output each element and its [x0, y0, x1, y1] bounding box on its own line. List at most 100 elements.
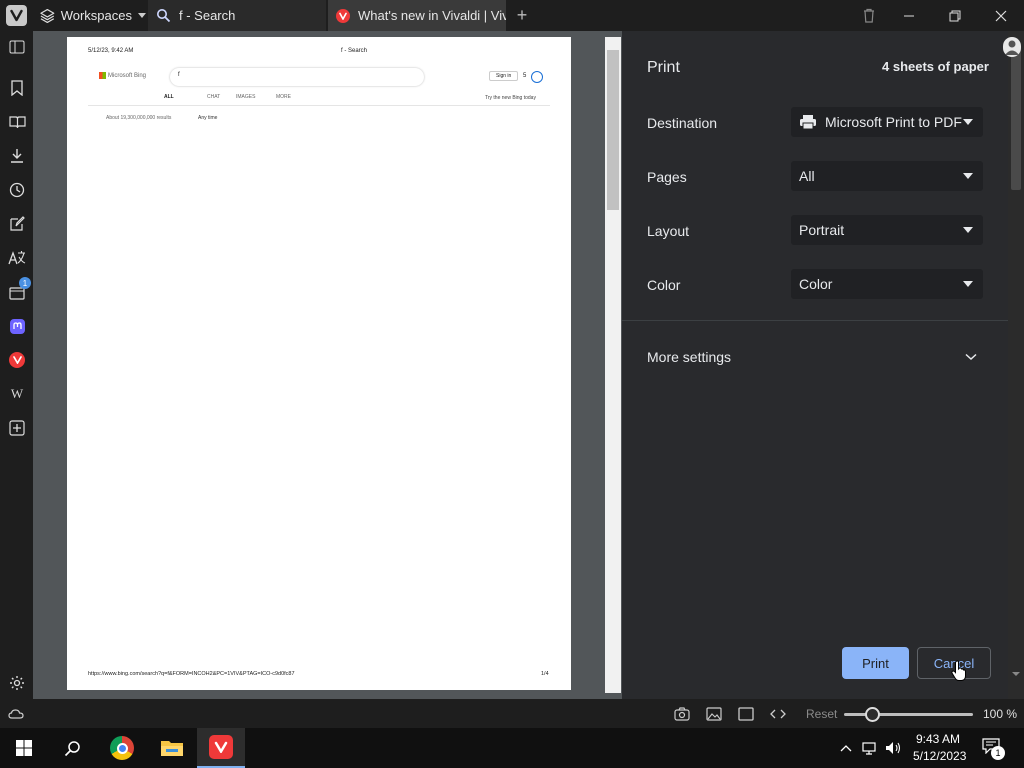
side-panel-bar: 1 W	[0, 31, 33, 699]
settings-button[interactable]	[7, 673, 27, 693]
preview-nav-all: ALL	[164, 94, 174, 100]
add-web-panel-button[interactable]	[7, 418, 27, 438]
print-title: Print	[647, 59, 680, 76]
preview-header-title: f - Search	[341, 48, 368, 54]
preview-search-box: f	[170, 68, 424, 86]
folder-icon	[161, 741, 183, 756]
restore-icon	[949, 10, 961, 21]
vivaldi-logo-icon	[10, 9, 23, 22]
minimize-button[interactable]	[886, 0, 932, 31]
preview-sign-in: Sign in	[489, 71, 519, 81]
cloud-sync-icon[interactable]	[8, 708, 24, 720]
preview-page: 5/12/23, 9:42 AM f - Search Microsoft Bi…	[67, 37, 571, 690]
pages-label: Pages	[647, 169, 687, 185]
settings-divider	[622, 320, 1008, 321]
camera-icon[interactable]	[674, 707, 690, 721]
reading-list-button[interactable]	[7, 112, 27, 132]
plus-icon: +	[516, 5, 528, 25]
notification-center-button[interactable]: 1	[982, 738, 1005, 760]
layout-label: Layout	[647, 223, 690, 239]
downloads-panel-button[interactable]	[7, 146, 27, 166]
workspaces-label: Workspaces	[60, 8, 132, 23]
tab-search[interactable]: f - Search	[148, 0, 326, 31]
close-window-button[interactable]	[978, 0, 1024, 31]
page-tiling-icon[interactable]	[738, 707, 754, 721]
volume-icon[interactable]	[885, 741, 903, 755]
trash-icon	[864, 8, 874, 23]
windows-logo-icon	[16, 740, 32, 756]
vivaldi-app-icon	[209, 735, 233, 759]
panel-scroll-thumb[interactable]	[1011, 45, 1021, 190]
scroll-down-arrow-icon[interactable]	[1011, 671, 1021, 677]
wikipedia-panel-button[interactable]: W	[7, 384, 27, 404]
vivaldi-panel-button[interactable]	[7, 350, 27, 370]
preview-try-bing: Try the new Bing today	[485, 95, 536, 101]
translate-icon	[8, 251, 26, 265]
tab-search-label: f - Search	[179, 8, 236, 23]
history-clock-icon	[9, 182, 25, 198]
taskbar-vivaldi[interactable]	[197, 728, 245, 768]
color-label: Color	[647, 277, 681, 293]
network-icon[interactable]	[862, 741, 880, 755]
destination-select[interactable]: Microsoft Print to PDF	[791, 107, 983, 137]
history-panel-button[interactable]	[7, 180, 27, 200]
close-icon	[995, 10, 1007, 21]
code-icon[interactable]	[770, 707, 786, 721]
taskbar-search-button[interactable]	[48, 728, 96, 768]
clock-time[interactable]: 9:43 AM	[916, 732, 960, 746]
image-toggle-icon[interactable]	[706, 707, 722, 721]
preview-scroll-thumb[interactable]	[607, 50, 619, 210]
print-button[interactable]: Print	[842, 647, 909, 679]
zoom-level: 100 %	[983, 707, 1018, 721]
panel-toggle-button[interactable]	[7, 37, 27, 57]
tab-vivaldi-news[interactable]: What's new in Vivaldi | Viva	[328, 0, 506, 31]
preview-footer-url: https://www.bing.com/search?q=f&FORM=INC…	[88, 671, 295, 677]
add-panel-icon	[9, 420, 25, 436]
new-tab-button[interactable]: +	[512, 0, 532, 31]
zoom-reset[interactable]: Reset	[806, 707, 837, 721]
hand-cursor-icon	[951, 660, 966, 681]
search-icon	[64, 740, 80, 756]
color-value: Color	[799, 276, 833, 292]
wikipedia-icon: W	[10, 386, 24, 401]
notes-panel-button[interactable]	[7, 214, 27, 234]
printer-icon	[800, 115, 816, 130]
mail-badge: 1	[19, 277, 31, 289]
layout-select[interactable]: Portrait	[791, 215, 983, 245]
sheet-count: 4 sheets of paper	[882, 59, 989, 74]
zoom-slider-thumb[interactable]	[864, 707, 880, 722]
start-button[interactable]	[0, 728, 48, 768]
minimize-icon	[904, 15, 914, 16]
chevron-down-icon	[963, 227, 973, 233]
preview-any-time: Any time	[198, 115, 218, 121]
preview-score: 5	[523, 73, 527, 79]
chevron-down-icon	[963, 119, 973, 125]
pages-value: All	[799, 168, 815, 184]
preview-search-query: f	[178, 72, 180, 78]
mail-panel-button[interactable]: 1	[7, 277, 31, 302]
vivaldi-menu-button[interactable]	[6, 5, 27, 26]
chrome-icon	[110, 736, 134, 760]
taskbar-file-explorer[interactable]	[148, 728, 196, 768]
mastodon-panel-button[interactable]	[7, 316, 27, 336]
preview-header-date: 5/12/23, 9:42 AM	[88, 48, 134, 54]
panel-toggle-icon	[9, 40, 25, 54]
chevron-up-icon[interactable]	[840, 744, 852, 752]
profile-avatar[interactable]	[1003, 37, 1021, 57]
translate-panel-button[interactable]	[7, 248, 27, 268]
more-settings-toggle[interactable]: More settings	[622, 336, 1008, 376]
tab-vivaldi-news-label: What's new in Vivaldi | Viva	[358, 8, 506, 23]
workspaces-button[interactable]: Workspaces	[40, 0, 146, 31]
microsoft-logo-icon	[99, 72, 106, 79]
restore-button[interactable]	[932, 0, 978, 31]
pages-select[interactable]: All	[791, 161, 983, 191]
gear-icon	[10, 676, 24, 690]
clock-date[interactable]: 5/12/2023	[913, 749, 966, 763]
preview-nav-chat: CHAT	[207, 94, 221, 100]
bookmarks-panel-button[interactable]	[7, 78, 27, 98]
destination-label: Destination	[647, 115, 718, 131]
taskbar-chrome[interactable]	[98, 728, 146, 768]
zoom-slider-track[interactable]	[844, 713, 973, 716]
status-bar: Reset 100 %	[0, 699, 1024, 728]
color-select[interactable]: Color	[791, 269, 983, 299]
